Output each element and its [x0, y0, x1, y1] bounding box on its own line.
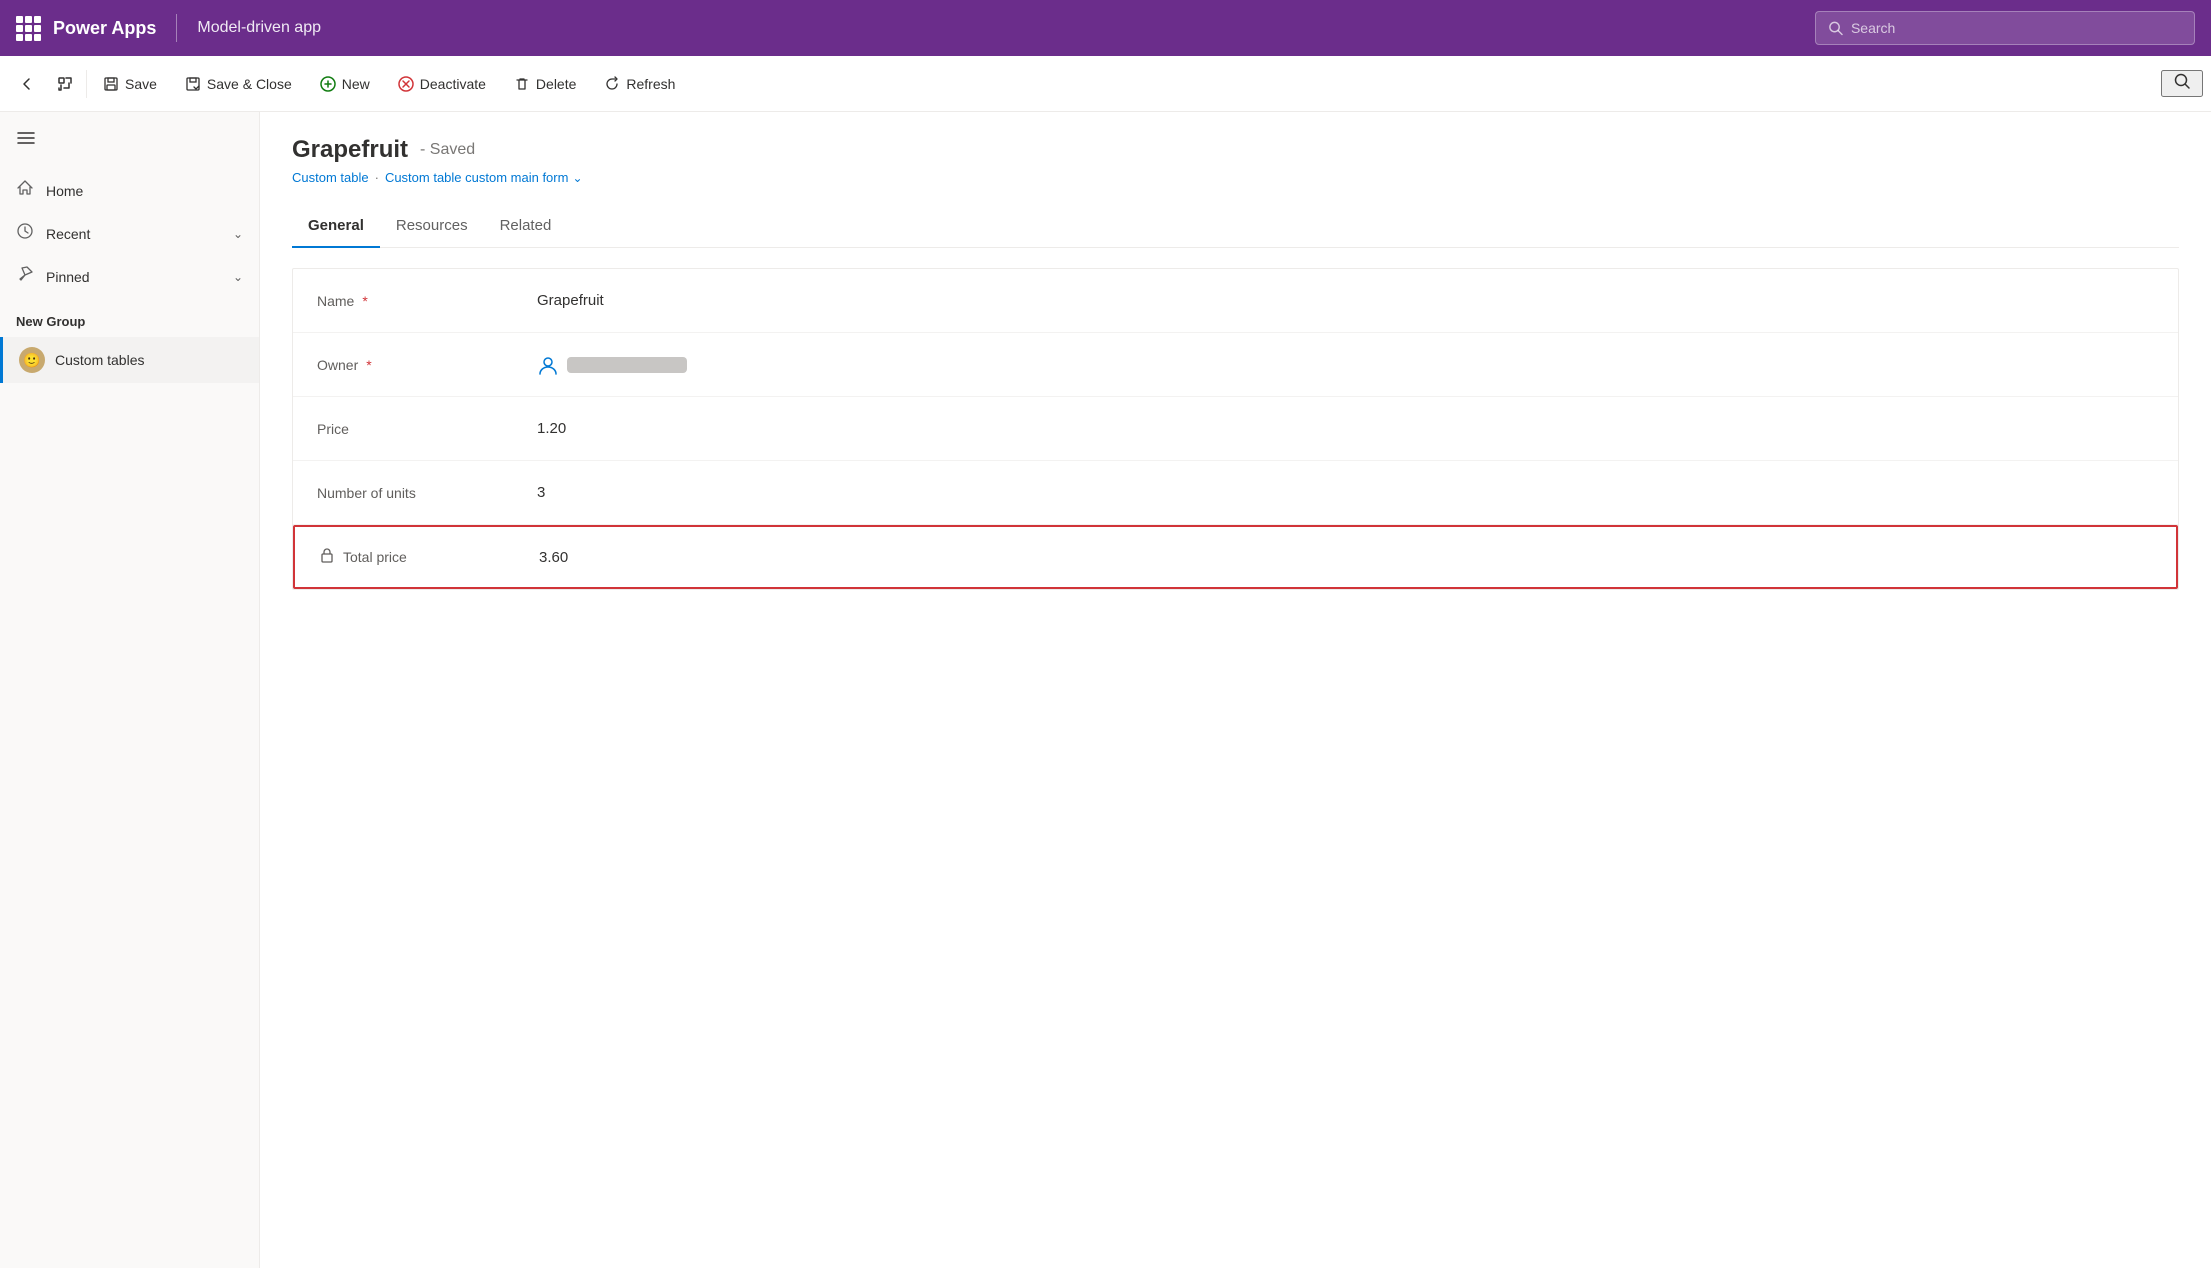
- field-value-units[interactable]: 3: [537, 484, 545, 501]
- sidebar-item-pinned[interactable]: Pinned ⌄: [0, 255, 259, 298]
- lock-icon: [319, 547, 335, 567]
- record-status: - Saved: [420, 141, 475, 159]
- field-label-price: Price: [317, 421, 537, 437]
- save-close-icon: [185, 76, 201, 92]
- field-row-owner: Owner *: [293, 333, 2178, 397]
- field-value-owner: [537, 354, 687, 376]
- app-title: Power Apps: [53, 18, 156, 39]
- separator-1: [86, 70, 87, 98]
- recent-chevron-icon: ⌄: [233, 227, 243, 241]
- breadcrumb-form-label: Custom table custom main form: [385, 170, 569, 185]
- field-value-total-price: 3.60: [539, 549, 568, 566]
- required-asterisk-owner: *: [366, 357, 371, 373]
- avatar: 🙂: [19, 347, 45, 373]
- save-icon: [103, 76, 119, 92]
- new-button[interactable]: New: [306, 64, 384, 104]
- back-button[interactable]: [8, 64, 46, 104]
- title-divider: [176, 14, 177, 42]
- field-value-name[interactable]: Grapefruit: [537, 292, 604, 309]
- sidebar-item-pinned-label: Pinned: [46, 269, 90, 285]
- search-bar[interactable]: [1815, 11, 2195, 45]
- field-row-total-price: Total price 3.60: [293, 525, 2178, 589]
- field-value-price[interactable]: 1.20: [537, 420, 566, 437]
- record-header: Grapefruit - Saved: [292, 136, 2179, 164]
- pinned-chevron-icon: ⌄: [233, 270, 243, 284]
- top-bar: Power Apps Model-driven app: [0, 0, 2211, 56]
- main-layout: Home Recent ⌄ Pinned ⌄ New Group 🙂 Custo…: [0, 112, 2211, 1268]
- sidebar-group-title: New Group: [0, 298, 259, 337]
- sidebar-item-recent[interactable]: Recent ⌄: [0, 212, 259, 255]
- sidebar: Home Recent ⌄ Pinned ⌄ New Group 🙂 Custo…: [0, 112, 260, 1268]
- cmd-search-button[interactable]: [2161, 70, 2203, 97]
- tab-related[interactable]: Related: [484, 205, 568, 248]
- field-row-price: Price 1.20: [293, 397, 2178, 461]
- home-icon: [16, 179, 34, 202]
- refresh-button[interactable]: Refresh: [590, 64, 689, 104]
- required-asterisk-name: *: [362, 293, 367, 309]
- recent-icon: [16, 222, 34, 245]
- save-button[interactable]: Save: [89, 64, 171, 104]
- breadcrumb: Custom table · Custom table custom main …: [292, 170, 2179, 185]
- field-label-total-price: Total price: [319, 547, 539, 567]
- delete-icon: [514, 76, 530, 92]
- person-icon: [537, 354, 559, 376]
- deactivate-button[interactable]: Deactivate: [384, 64, 500, 104]
- field-label-units: Number of units: [317, 485, 537, 501]
- field-label-owner: Owner *: [317, 357, 537, 373]
- breadcrumb-sep-1: ·: [375, 170, 379, 185]
- sidebar-item-home[interactable]: Home: [0, 169, 259, 212]
- delete-button[interactable]: Delete: [500, 64, 590, 104]
- tab-resources[interactable]: Resources: [380, 205, 484, 248]
- field-label-name: Name *: [317, 293, 537, 309]
- sidebar-hamburger[interactable]: [0, 112, 259, 169]
- app-name: Model-driven app: [197, 19, 321, 37]
- breadcrumb-table-link[interactable]: Custom table: [292, 170, 369, 185]
- tab-general[interactable]: General: [292, 205, 380, 248]
- search-input[interactable]: [1851, 20, 2182, 36]
- sidebar-item-home-label: Home: [46, 183, 83, 199]
- breadcrumb-chevron-icon: ⌄: [572, 171, 582, 185]
- content-area: Grapefruit - Saved Custom table · Custom…: [260, 112, 2211, 1268]
- search-icon: [1828, 20, 1843, 36]
- sidebar-item-custom-tables[interactable]: 🙂 Custom tables: [0, 337, 259, 383]
- app-launcher-button[interactable]: [16, 16, 41, 41]
- command-bar: Save Save & Close New Deactivate Delete …: [0, 56, 2211, 112]
- sidebar-item-recent-label: Recent: [46, 226, 90, 242]
- refresh-icon: [604, 76, 620, 92]
- field-row-units: Number of units 3: [293, 461, 2178, 525]
- owner-name-blurred: [567, 357, 687, 373]
- expand-button[interactable]: [46, 64, 84, 104]
- sidebar-item-custom-tables-label: Custom tables: [55, 352, 144, 368]
- tabs-row: General Resources Related: [292, 205, 2179, 248]
- form-container: Name * Grapefruit Owner * Price: [292, 268, 2179, 590]
- save-close-button[interactable]: Save & Close: [171, 64, 306, 104]
- breadcrumb-form-link[interactable]: Custom table custom main form ⌄: [385, 170, 583, 185]
- record-title: Grapefruit: [292, 136, 408, 164]
- field-row-name: Name * Grapefruit: [293, 269, 2178, 333]
- deactivate-icon: [398, 76, 414, 92]
- new-icon: [320, 76, 336, 92]
- pinned-icon: [16, 265, 34, 288]
